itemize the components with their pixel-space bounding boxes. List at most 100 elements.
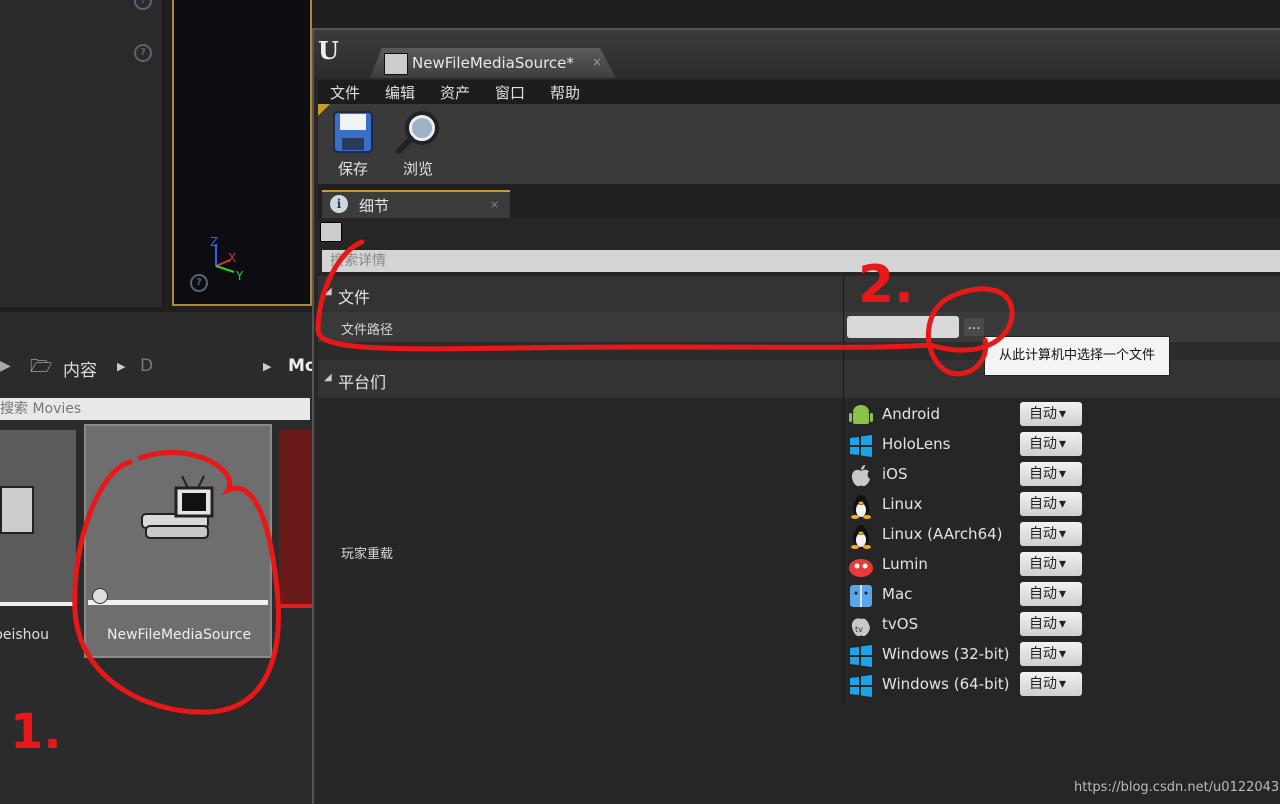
linux-icon [848, 493, 874, 519]
dropdown-value: 自动 [1029, 616, 1057, 632]
media-source-icon [384, 53, 408, 75]
collapse-triangle-icon: ◢ [324, 372, 332, 383]
toolbar-corner-marker [318, 104, 330, 116]
close-tab-icon[interactable]: × [592, 55, 602, 69]
dropdown-value: 自动 [1029, 406, 1057, 422]
platform-row: iOS 自动 ▾ [848, 461, 1088, 491]
platform-name: tvOS [882, 615, 919, 633]
dropdown-arrow-icon: ▾ [1059, 556, 1067, 572]
menu-file[interactable]: 文件 [330, 82, 360, 103]
details-tab[interactable] [322, 190, 510, 218]
dropdown-arrow-icon: ▾ [1059, 466, 1067, 482]
close-tab-icon[interactable]: × [490, 198, 499, 211]
dropdown-arrow-icon: ▾ [1059, 526, 1067, 542]
dropdown-value: 自动 [1029, 556, 1057, 572]
player-override-dropdown[interactable]: 自动 ▾ [1020, 642, 1082, 666]
tvos-icon: tv [848, 613, 874, 639]
platform-name: Linux [882, 495, 923, 513]
menu-window[interactable]: 窗口 [495, 82, 525, 103]
linux-icon [848, 523, 874, 549]
player-override-dropdown[interactable]: 自动 ▾ [1020, 402, 1082, 426]
dropdown-value: 自动 [1029, 526, 1057, 542]
breadcrumb: ▶ 🗁 内容 ▶ D ▶ Mo [0, 348, 317, 386]
breadcrumb-folder[interactable]: D [140, 356, 153, 376]
details-tab-label: 细节 [359, 197, 390, 215]
axis-gizmo: Z X Y [210, 236, 244, 283]
svg-text:tv: tv [855, 625, 863, 634]
platform-name: Windows (32-bit) [882, 645, 1010, 663]
asset-dirty-icon [92, 588, 108, 604]
file-path-label: 文件路径 [341, 323, 394, 338]
platform-row: HoloLens 自动 ▾ [848, 431, 1088, 461]
windows-icon [848, 643, 874, 669]
dropdown-value: 自动 [1029, 646, 1057, 662]
player-override-dropdown[interactable]: 自动 ▾ [1020, 582, 1082, 606]
platform-row: Linux (AArch64) 自动 ▾ [848, 521, 1088, 551]
document-tab-label: NewFileMediaSource* [412, 54, 574, 72]
axis-z-label: Z [210, 236, 218, 249]
viewport-help-icon[interactable]: ? [190, 274, 208, 292]
menu-help[interactable]: 帮助 [550, 82, 580, 103]
platform-name: iOS [882, 465, 908, 483]
media-source-icon [141, 475, 214, 539]
dropdown-arrow-icon: ▾ [1059, 646, 1067, 662]
magnifier-icon [396, 111, 439, 154]
breadcrumb-back-arrow-icon[interactable]: ▶ [0, 358, 11, 374]
platform-row: Mac 自动 ▾ [848, 581, 1088, 611]
column-divider[interactable] [843, 276, 844, 704]
platform-name: HoloLens [882, 435, 951, 453]
platform-row: Lumin 自动 ▾ [848, 551, 1088, 581]
platform-name: Lumin [882, 555, 928, 573]
menu-edit[interactable]: 编辑 [385, 82, 415, 103]
save-button[interactable]: 保存 [330, 110, 376, 179]
breadcrumb-arrow-icon[interactable]: ▶ [117, 360, 125, 373]
apple-icon [848, 463, 874, 489]
lumin-icon [848, 553, 874, 579]
info-icon: i [330, 195, 348, 213]
platform-row: tv tvOS 自动 ▾ [848, 611, 1088, 641]
player-override-dropdown[interactable]: 自动 ▾ [1020, 432, 1082, 456]
content-search-input[interactable]: 搜索 Movies [0, 398, 310, 420]
asset-label: peishou [0, 627, 49, 643]
category-file[interactable]: ◢ 文件 [318, 276, 1280, 312]
tooltip: 从此计算机中选择一个文件 [984, 336, 1170, 376]
collapse-triangle-icon: ◢ [324, 286, 332, 297]
save-icon [333, 111, 373, 153]
platform-name: Android [882, 405, 940, 423]
help-icon[interactable]: ? [134, 44, 152, 62]
player-override-dropdown[interactable]: 自动 ▾ [1020, 492, 1082, 516]
player-override-dropdown[interactable]: 自动 ▾ [1020, 612, 1082, 636]
player-override-label: 玩家重载 [341, 547, 394, 562]
toolbar [318, 104, 1280, 184]
axis-y-label: Y [235, 269, 244, 283]
details-search-input[interactable]: 搜索详情 [322, 250, 1280, 272]
platform-row: Linux 自动 ▾ [848, 491, 1088, 521]
dropdown-value: 自动 [1029, 436, 1057, 452]
mac-icon [848, 583, 874, 609]
dropdown-arrow-icon: ▾ [1059, 496, 1067, 512]
menu-asset[interactable]: 资产 [440, 82, 470, 103]
dropdown-value: 自动 [1029, 496, 1057, 512]
asset-label: NewFileMediaSource [107, 627, 252, 643]
asset-tile-partial[interactable] [279, 430, 312, 608]
browse-button[interactable]: 浏览 [394, 110, 442, 179]
platform-row: Windows (32-bit) 自动 ▾ [848, 641, 1088, 671]
browse-file-button[interactable]: ... [964, 318, 984, 336]
platform-name: Linux (AArch64) [882, 525, 1003, 543]
breadcrumb-arrow-icon[interactable]: ▶ [263, 360, 271, 373]
dropdown-arrow-icon: ▾ [1059, 616, 1067, 632]
dropdown-arrow-icon: ▾ [1059, 586, 1067, 602]
breadcrumb-content[interactable]: 内容 [63, 356, 97, 381]
player-override-dropdown[interactable]: 自动 ▾ [1020, 672, 1082, 696]
file-path-input[interactable] [847, 316, 959, 338]
player-override-dropdown[interactable]: 自动 ▾ [1020, 462, 1082, 486]
tv-icon [0, 486, 34, 534]
dropdown-value: 自动 [1029, 466, 1057, 482]
folder-icon: 🗁 [30, 356, 53, 377]
player-override-dropdown[interactable]: 自动 ▾ [1020, 522, 1082, 546]
platform-row: Windows (64-bit) 自动 ▾ [848, 671, 1088, 701]
dropdown-arrow-icon: ▾ [1059, 676, 1067, 692]
unreal-logo-icon: U [318, 36, 339, 65]
watermark: https://blog.csdn.net/u012204304 [1074, 780, 1280, 795]
player-override-dropdown[interactable]: 自动 ▾ [1020, 552, 1082, 576]
